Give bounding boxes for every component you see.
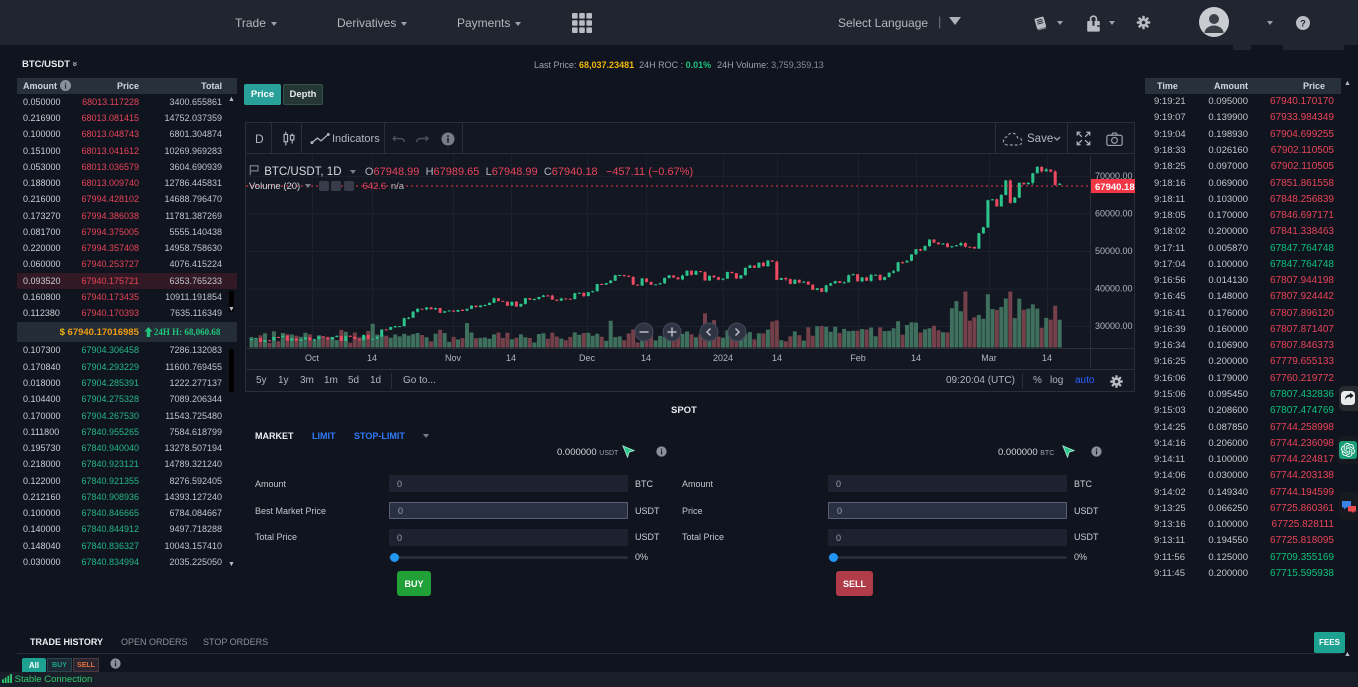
svg-text:14: 14 bbox=[1042, 353, 1052, 363]
svg-text:Feb: Feb bbox=[850, 353, 866, 363]
svg-text:Dec: Dec bbox=[579, 353, 596, 363]
svg-text:50000.00: 50000.00 bbox=[1095, 246, 1133, 256]
svg-text:40000.00: 40000.00 bbox=[1095, 284, 1133, 294]
svg-text:Oct: Oct bbox=[305, 353, 320, 363]
svg-text:30000.00: 30000.00 bbox=[1095, 321, 1133, 331]
svg-text:2024: 2024 bbox=[713, 353, 733, 363]
svg-text:67940.18: 67940.18 bbox=[1095, 182, 1135, 193]
svg-text:14: 14 bbox=[367, 353, 377, 363]
svg-text:Mar: Mar bbox=[981, 353, 997, 363]
svg-text:60000.00: 60000.00 bbox=[1095, 209, 1133, 219]
svg-text:14: 14 bbox=[911, 353, 921, 363]
svg-text:14: 14 bbox=[641, 353, 651, 363]
svg-text:Nov: Nov bbox=[445, 353, 462, 363]
svg-text:14: 14 bbox=[506, 353, 516, 363]
svg-text:14: 14 bbox=[772, 353, 782, 363]
